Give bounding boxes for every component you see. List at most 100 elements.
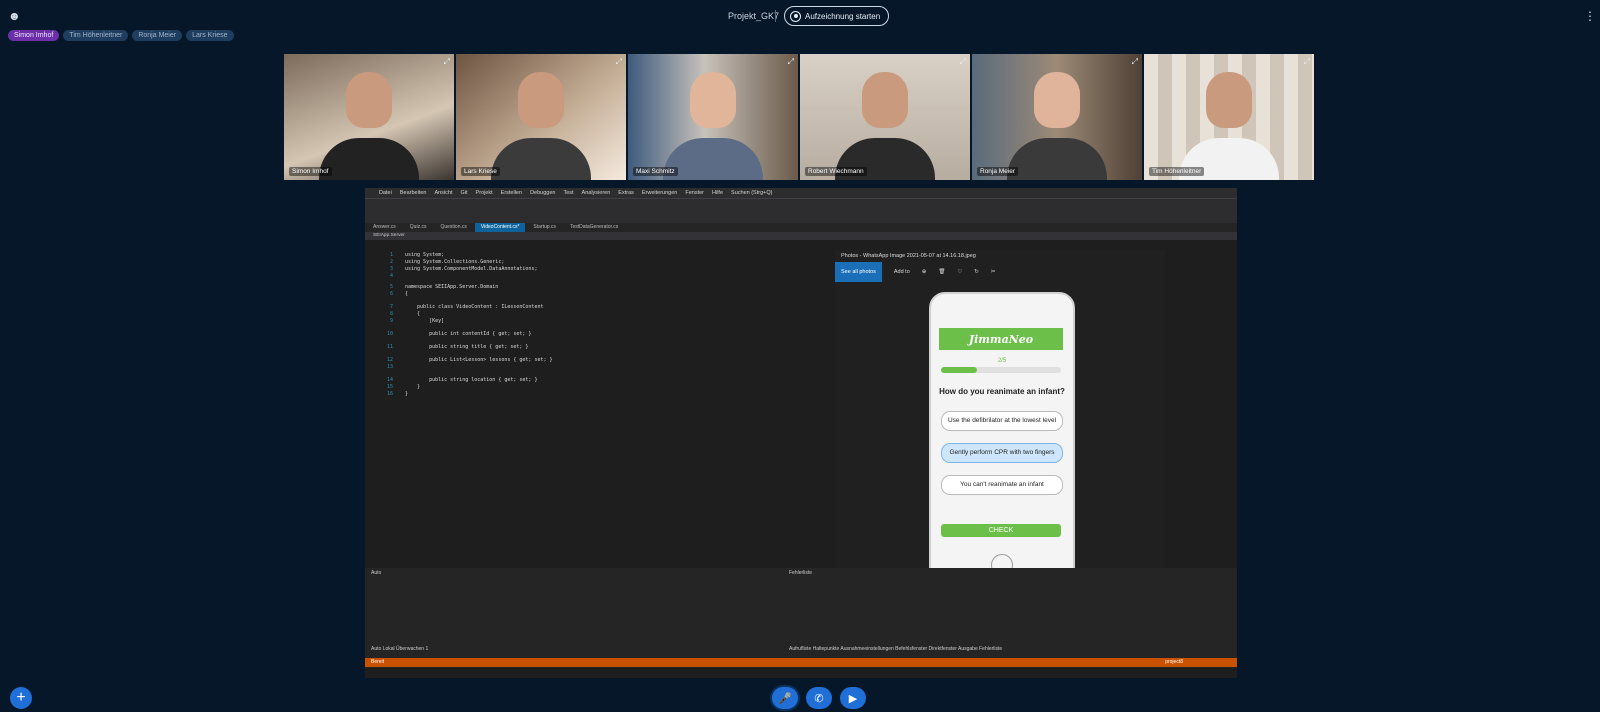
bottom-left-tabs[interactable]: Auto Lokal Überwachen 1	[371, 646, 428, 652]
ide-tabs: Answer.cs Quiz.cs Question.cs VideoConte…	[365, 223, 1237, 232]
video-tiles: ⤢ Simon Imhof ⤢ Lars Kriese ⤢ Maxi Schmi…	[284, 54, 1314, 180]
person-head	[1206, 72, 1252, 128]
code-line: {	[405, 291, 409, 297]
ide-process-bar	[365, 213, 1237, 223]
expand-icon[interactable]: ⤢	[788, 57, 794, 67]
file-tab[interactable]: Question.cs	[434, 223, 472, 232]
menu-item[interactable]: Erweiterungen	[642, 190, 677, 196]
menu-item[interactable]: Git	[461, 190, 468, 196]
participant-name: Lars Kriese	[461, 167, 500, 176]
code-line: public int contentId { get; set; }	[405, 331, 532, 337]
ide-navbar[interactable]: SEIApp.Server	[365, 232, 1237, 240]
record-icon	[790, 10, 801, 22]
menu-item[interactable]: Extras	[618, 190, 634, 196]
rotate-icon[interactable]: ↻	[974, 269, 979, 275]
file-tab[interactable]: VideoContent.cs*	[474, 223, 526, 232]
question-text: How do you reanimate an infant?	[939, 387, 1065, 396]
camera-icon: ▶	[848, 692, 858, 705]
phone-icon: ✆	[814, 692, 824, 705]
menu-item[interactable]: Test	[563, 190, 573, 196]
file-tab[interactable]: Quiz.cs	[404, 223, 433, 232]
code-line: namespace SEIIApp.Server.Domain	[405, 284, 499, 290]
participant-chip[interactable]: Lars Kriese	[186, 30, 234, 41]
photos-toolbar: See all photos Add to ⊕ 🗑 ♡ ↻ ✂	[835, 262, 1165, 282]
record-button[interactable]: Aufzeichnung starten	[784, 6, 890, 26]
menu-item[interactable]: Projekt	[476, 190, 493, 196]
divider	[775, 10, 776, 22]
code-line: using System.Collections.Generic;	[405, 259, 505, 265]
ide-toolbar	[365, 198, 1237, 213]
file-tab[interactable]: TestDataGenerator.cs	[564, 223, 624, 232]
progress-fill	[941, 367, 977, 373]
code-line: }	[405, 384, 421, 390]
menu-item[interactable]: Erstellen	[501, 190, 522, 196]
favorite-icon[interactable]: ♡	[957, 269, 962, 275]
more-menu-icon[interactable]: ⋮	[1584, 9, 1596, 23]
phone-screenshot: JimmaNeo 2/5 How do you reanimate an inf…	[929, 292, 1075, 594]
ide-bottom-panels: Auto Fehlerliste Auto Lokal Überwachen 1…	[365, 568, 1237, 668]
participant-chip[interactable]: Simon Imhof	[8, 30, 60, 41]
participant-name: Robert Wiechmann	[805, 167, 867, 176]
user-icon[interactable]: ☻	[8, 9, 21, 23]
photos-window: Photos - WhatsApp Image 2021-05-07 at 14…	[835, 250, 1165, 602]
project-name: project8	[1165, 659, 1183, 665]
video-tile[interactable]: ⤢ Maxi Schmitz	[628, 54, 798, 180]
expand-icon[interactable]: ⤢	[1132, 57, 1138, 67]
menu-item[interactable]: Analysieren	[582, 190, 611, 196]
check-button[interactable]: CHECK	[941, 524, 1061, 537]
photos-title: Photos - WhatsApp Image 2021-05-07 at 14…	[841, 253, 976, 259]
microphone-button[interactable]: 🎤	[772, 687, 798, 709]
search-field[interactable]: Suchen (Strg+Q)	[731, 190, 772, 196]
expand-icon[interactable]: ⤢	[1304, 57, 1310, 67]
app-header: JimmaNeo	[939, 328, 1063, 350]
record-label: Aufzeichnung starten	[805, 11, 881, 21]
code-line: public class VideoContent : ILessonConte…	[405, 304, 544, 310]
menu-item[interactable]: Ansicht	[434, 190, 452, 196]
person-head	[346, 72, 392, 128]
code-line: using System;	[405, 252, 445, 258]
delete-icon[interactable]: 🗑	[938, 269, 945, 275]
video-tile[interactable]: ⤢ Robert Wiechmann	[800, 54, 970, 180]
video-tile[interactable]: ⤢ Ronja Meier	[972, 54, 1142, 180]
code-line: using System.ComponentModel.DataAnnotati…	[405, 266, 538, 272]
person-head	[518, 72, 564, 128]
camera-button[interactable]: ▶	[840, 687, 866, 709]
video-tile[interactable]: ⤢ Simon Imhof	[284, 54, 454, 180]
call-controls: 🎤 ✆ ▶	[772, 687, 866, 709]
answer-option[interactable]: You can't reanimate an infant	[941, 475, 1063, 495]
menu-item[interactable]: Datei	[379, 190, 392, 196]
add-to-button[interactable]: Add to	[894, 269, 910, 275]
progress-bar	[941, 367, 1061, 373]
expand-icon[interactable]: ⤢	[616, 57, 622, 67]
bottom-right-tabs[interactable]: Aufrufliste Haltepunkte Ausnahmeeinstell…	[789, 646, 1002, 652]
participant-chip[interactable]: Ronja Meier	[132, 30, 183, 41]
ide-statusbar: Bereit project8	[365, 658, 1237, 667]
menu-item[interactable]: Hilfe	[712, 190, 723, 196]
file-tab[interactable]: Startup.cs	[527, 223, 562, 232]
answer-option[interactable]: Use the defibrilator at the lowest level	[941, 411, 1063, 431]
shared-screen: Datei Bearbeiten Ansicht Git Projekt Ers…	[365, 188, 1237, 678]
code-line: }	[405, 391, 409, 397]
person-head	[690, 72, 736, 128]
answer-option[interactable]: Gently perform CPR with two fingers	[941, 443, 1063, 463]
expand-icon[interactable]: ⤢	[444, 57, 450, 67]
participant-chip[interactable]: Tim Höhenleitner	[63, 30, 129, 41]
video-tile[interactable]: ⤢ Lars Kriese	[456, 54, 626, 180]
crop-icon[interactable]: ✂	[991, 269, 996, 275]
participant-name: Tim Höhenleitner	[1149, 167, 1205, 176]
see-all-photos-button[interactable]: See all photos	[835, 262, 882, 282]
video-tile[interactable]: ⤢ Tim Höhenleitner	[1144, 54, 1314, 180]
expand-icon[interactable]: ⤢	[960, 57, 966, 67]
add-button[interactable]: +	[10, 687, 32, 709]
code-editor[interactable]: 1 using System; 2 using System.Collections…	[365, 248, 835, 558]
person-head	[1034, 72, 1080, 128]
auto-panel-title: Auto	[371, 570, 382, 576]
progress-label: 2/5	[997, 358, 1007, 364]
file-tab[interactable]: Answer.cs	[367, 223, 402, 232]
hangup-button[interactable]: ✆	[806, 687, 832, 709]
menu-item[interactable]: Bearbeiten	[400, 190, 427, 196]
zoom-icon[interactable]: ⊕	[922, 269, 927, 275]
top-bar: ☻ Projekt_GK7 Aufzeichnung starten ⋮	[0, 0, 1600, 32]
menu-item[interactable]: Fenster	[685, 190, 704, 196]
menu-item[interactable]: Debuggen	[530, 190, 555, 196]
